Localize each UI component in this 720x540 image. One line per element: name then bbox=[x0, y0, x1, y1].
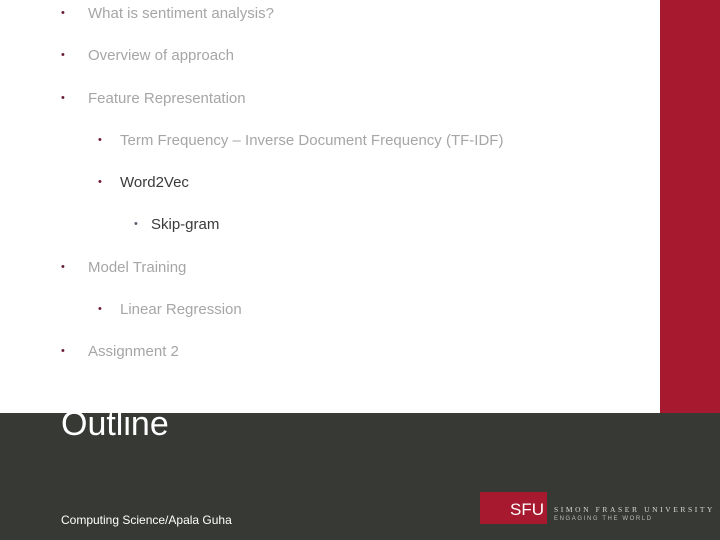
logo-tagline: ENGAGING THE WORLD bbox=[554, 516, 653, 522]
outline-item-label: Word2Vec bbox=[120, 174, 189, 191]
bullet-icon: • bbox=[61, 345, 65, 357]
outline-item-label: Model Training bbox=[88, 259, 187, 276]
bullet-icon: • bbox=[98, 303, 102, 315]
accent-sidebar bbox=[660, 0, 720, 413]
bullet-icon: • bbox=[61, 261, 65, 273]
bullet-icon: • bbox=[61, 92, 65, 104]
outline-item-label: Feature Representation bbox=[88, 90, 246, 107]
slide-content-area: • What is sentiment analysis? • Overview… bbox=[0, 0, 660, 413]
outline-item-label: Assignment 2 bbox=[88, 343, 179, 360]
bullet-icon: • bbox=[61, 49, 65, 61]
slide-title: Outline bbox=[61, 405, 169, 443]
footer-author: Computing Science/Apala Guha bbox=[61, 513, 232, 527]
outline-item-label: Skip-gram bbox=[151, 216, 220, 233]
bullet-icon: • bbox=[134, 218, 138, 230]
logo-abbr: SFU bbox=[510, 500, 544, 519]
logo-university-name: SIMON FRASER UNIVERSITY bbox=[554, 505, 716, 514]
outline-item-label: Overview of approach bbox=[88, 47, 234, 64]
bullet-icon: • bbox=[98, 134, 102, 146]
outline-item-label: Term Frequency – Inverse Document Freque… bbox=[120, 132, 504, 149]
outline-item-label: Linear Regression bbox=[120, 301, 242, 318]
bullet-icon: • bbox=[61, 7, 65, 19]
bullet-icon: • bbox=[98, 176, 102, 188]
outline-item-label: What is sentiment analysis? bbox=[88, 5, 274, 22]
